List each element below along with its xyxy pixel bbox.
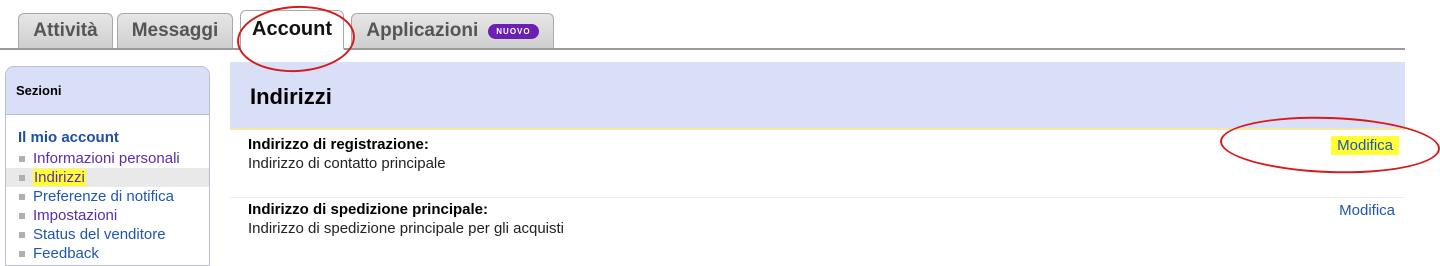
bullet-icon <box>19 251 25 257</box>
tab-divider <box>0 48 1405 50</box>
tab-applications[interactable]: Applicazioni NUOVO <box>351 13 554 48</box>
address-row-shipping: Indirizzo di spedizione principale: Indi… <box>248 201 1405 237</box>
bullet-icon <box>19 156 25 162</box>
address-row-registration: Indirizzo di registrazione: Indirizzo di… <box>248 136 1405 172</box>
bullet-icon <box>19 213 25 219</box>
main-header: Indirizzi <box>230 62 1405 130</box>
bullet-icon <box>19 175 25 181</box>
sidebar-item-personal-info[interactable]: Informazioni personali <box>6 149 209 168</box>
tab-applications-label: Applicazioni <box>366 20 479 41</box>
sidebar-item-label: Indirizzi <box>33 169 86 186</box>
tab-messages[interactable]: Messaggi <box>117 13 233 48</box>
sidebar-item-seller-status[interactable]: Status del venditore <box>6 225 209 244</box>
sidebar-title: Sezioni <box>6 67 209 115</box>
sidebar-item-settings[interactable]: Impostazioni <box>6 206 209 225</box>
row-title: Indirizzo di spedizione principale: <box>248 201 489 218</box>
edit-registration-link[interactable]: Modifica <box>1331 136 1399 155</box>
tab-activity-label: Attività <box>33 20 98 41</box>
sidebar-group-label: Il mio account <box>18 129 119 146</box>
sidebar-item-label: Informazioni personali <box>33 150 180 167</box>
new-badge: NUOVO <box>488 23 539 39</box>
sidebar-item-notification-preferences[interactable]: Preferenze di notifica <box>6 187 209 206</box>
tab-bar: Attività Messaggi Account Applicazioni N… <box>0 0 1440 52</box>
sidebar-item-label: Preferenze di notifica <box>33 188 174 205</box>
edit-shipping-link[interactable]: Modifica <box>1339 202 1395 219</box>
sidebar-item-feedback[interactable]: Feedback <box>6 244 209 263</box>
sidebar-item-label: Status del venditore <box>33 226 166 243</box>
bullet-icon <box>19 194 25 200</box>
sidebar-item-addresses[interactable]: Indirizzi <box>6 168 209 187</box>
row-subtitle: Indirizzo di spedizione principale per g… <box>248 220 565 237</box>
bullet-icon <box>19 232 25 238</box>
sidebar-item-label: Impostazioni <box>33 207 118 224</box>
tab-activity[interactable]: Attività <box>18 13 113 48</box>
page-title: Indirizzi <box>250 84 332 109</box>
tab-account-label: Account <box>252 18 332 40</box>
row-title: Indirizzo di registrazione: <box>248 136 429 153</box>
sidebar: Sezioni Il mio account Informazioni pers… <box>5 66 210 266</box>
row-divider <box>230 197 1405 198</box>
row-subtitle: Indirizzo di contatto principale <box>248 155 446 172</box>
sidebar-item-label: Feedback <box>33 245 99 262</box>
tab-account[interactable]: Account <box>240 10 344 50</box>
sidebar-list: Informazioni personali Indirizzi Prefere… <box>6 149 209 263</box>
tab-messages-label: Messaggi <box>131 20 219 41</box>
